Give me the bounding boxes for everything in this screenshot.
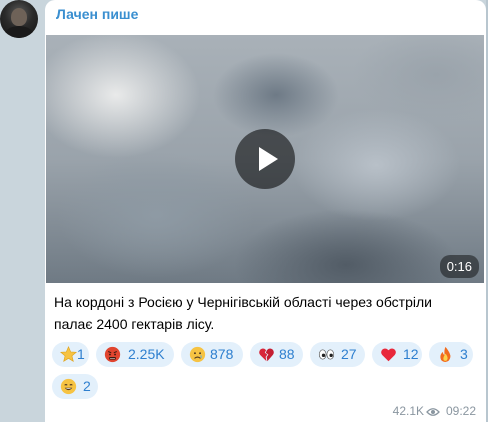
views-eye-icon (426, 408, 440, 416)
eyes-icon (318, 349, 335, 360)
reaction-fire[interactable]: 3 (429, 342, 473, 367)
reaction-eyes[interactable]: 27 (310, 342, 365, 367)
reaction-count: 88 (279, 346, 295, 362)
reaction-count: 12 (403, 346, 419, 362)
reaction-star[interactable]: 1 (52, 342, 89, 367)
red-heart-icon (381, 348, 396, 362)
avatar-face (11, 8, 27, 26)
crying-face-icon (189, 346, 206, 363)
channel-author-name[interactable]: Лачен пише (56, 6, 138, 22)
grinning-face-icon (60, 378, 77, 395)
video-duration: 0:16 (439, 255, 479, 278)
reaction-angry[interactable]: 2.25K (96, 342, 174, 367)
angry-face-icon (104, 346, 121, 363)
views-count: 42.1K (392, 404, 424, 418)
avatar-body (4, 26, 34, 38)
reaction-broken-heart[interactable]: 88 (250, 342, 303, 367)
reaction-crying[interactable]: 878 (181, 342, 243, 367)
reaction-count: 3 (460, 346, 468, 362)
reaction-count: 27 (341, 346, 357, 362)
reaction-count: 878 (210, 346, 234, 362)
reaction-grinning[interactable]: 2 (52, 374, 98, 399)
star-icon (60, 346, 77, 363)
post-text: На кордоні з Росією у Чернігівській обла… (54, 294, 432, 332)
broken-heart-icon (259, 348, 274, 362)
reaction-count: 2.25K (128, 346, 165, 362)
video-preview[interactable]: 0:16 (46, 35, 484, 283)
reaction-count: 2 (83, 378, 91, 394)
message-time: 09:22 (445, 404, 476, 418)
message-bubble: Лачен пише 0:16 На кордоні з Росією у Че… (45, 0, 486, 422)
reaction-red-heart[interactable]: 12 (372, 342, 422, 367)
channel-avatar[interactable] (0, 0, 38, 38)
fire-icon (440, 346, 451, 362)
play-button[interactable] (235, 129, 295, 189)
play-icon (259, 147, 278, 171)
reaction-count: 1 (77, 346, 85, 362)
